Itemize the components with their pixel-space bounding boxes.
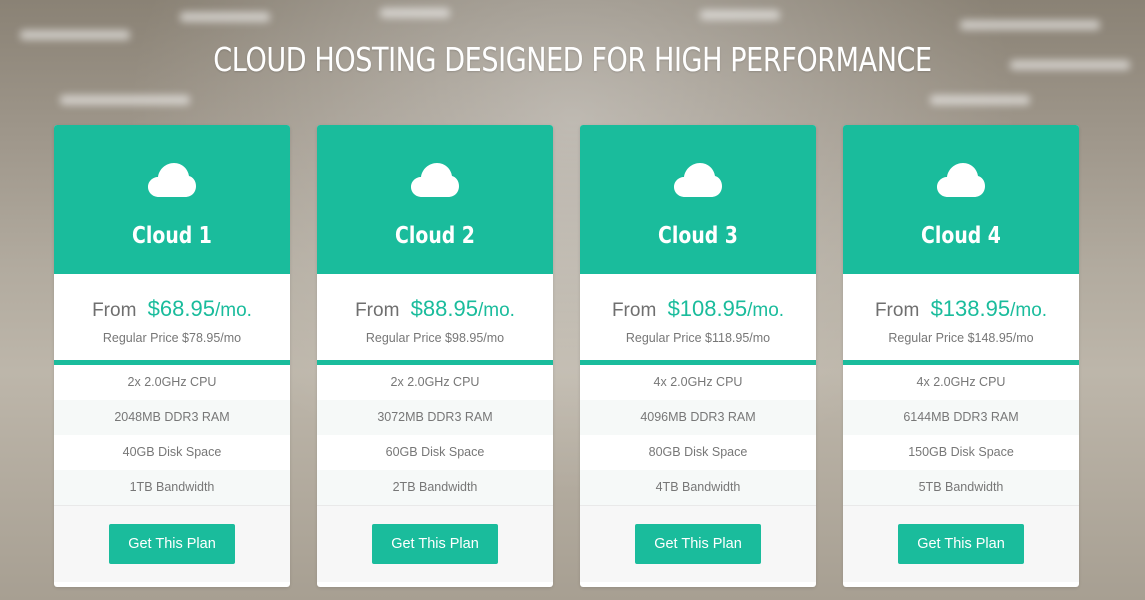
from-label: From [92, 300, 137, 321]
plan-header: Cloud 3 [580, 125, 816, 274]
plan-card-cloud-2: Cloud 2 From $88.95/mo. Regular Price $9… [317, 125, 553, 587]
plan-header: Cloud 2 [317, 125, 553, 274]
feature-item: 150GB Disk Space [908, 445, 1014, 459]
price-period: /mo. [1010, 300, 1048, 321]
price-amount: $138.95 [930, 296, 1011, 321]
feature-item: 5TB Bandwidth [843, 470, 1079, 505]
price-area: From $68.95/mo. Regular Price $78.95/mo [54, 274, 290, 365]
cloud-icon [674, 163, 722, 197]
price-area: From $88.95/mo. Regular Price $98.95/mo [317, 274, 553, 365]
plan-footer: Get This Plan [843, 505, 1079, 582]
regular-price: Regular Price $98.95/mo [365, 331, 505, 345]
cloud-icon [148, 163, 196, 197]
plan-header: Cloud 4 [843, 125, 1079, 274]
price-line: From $138.95/mo. [843, 274, 1079, 322]
get-plan-button[interactable]: Get This Plan [109, 524, 235, 564]
plan-footer: Get This Plan [54, 505, 290, 582]
regular-price: Regular Price $118.95/mo [625, 331, 771, 345]
price-area: From $108.95/mo. Regular Price $118.95/m… [580, 274, 816, 365]
plan-header: Cloud 1 [54, 125, 290, 274]
price-period: /mo. [747, 300, 785, 321]
plan-name: Cloud 2 [395, 223, 475, 249]
plan-card-cloud-4: Cloud 4 From $138.95/mo. Regular Price $… [843, 125, 1079, 587]
get-plan-button[interactable]: Get This Plan [372, 524, 498, 564]
price-line: From $88.95/mo. [317, 274, 553, 322]
feature-item: 2x 2.0GHz CPU [390, 375, 480, 389]
feature-item: 60GB Disk Space [385, 445, 485, 459]
feature-list: 4x 2.0GHz CPU 4096MB DDR3 RAM 80GB Disk … [580, 365, 816, 505]
feature-item: 80GB Disk Space [648, 445, 748, 459]
price-amount: $88.95 [410, 296, 478, 321]
feature-item: 4x 2.0GHz CPU [653, 375, 743, 389]
feature-item: 2048MB DDR3 RAM [54, 400, 290, 435]
plan-footer: Get This Plan [317, 505, 553, 582]
plan-name: Cloud 3 [658, 223, 738, 249]
price-period: /mo. [214, 300, 252, 321]
feature-list: 2x 2.0GHz CPU 2048MB DDR3 RAM 40GB Disk … [54, 365, 290, 505]
feature-item: 3072MB DDR3 RAM [317, 400, 553, 435]
regular-price: Regular Price $78.95/mo [102, 331, 242, 345]
plan-footer: Get This Plan [580, 505, 816, 582]
price-amount: $68.95 [147, 296, 215, 321]
feature-list: 2x 2.0GHz CPU 3072MB DDR3 RAM 60GB Disk … [317, 365, 553, 505]
feature-item: 4x 2.0GHz CPU [916, 375, 1006, 389]
from-label: From [874, 300, 920, 321]
plan-name: Cloud 1 [132, 223, 212, 249]
price-area: From $138.95/mo. Regular Price $148.95/m… [843, 274, 1079, 365]
feature-item: 40GB Disk Space [122, 445, 222, 459]
feature-item: 4096MB DDR3 RAM [580, 400, 816, 435]
from-label: From [611, 300, 657, 321]
price-period: /mo. [477, 300, 515, 321]
feature-item: 1TB Bandwidth [54, 470, 290, 505]
feature-item: 2TB Bandwidth [317, 470, 553, 505]
get-plan-button[interactable]: Get This Plan [635, 524, 761, 564]
cloud-icon [937, 163, 985, 197]
get-plan-button[interactable]: Get This Plan [898, 524, 1024, 564]
price-amount: $108.95 [667, 296, 748, 321]
pricing-plans: Cloud 1 From $68.95/mo. Regular Price $7… [54, 125, 1084, 587]
plan-card-cloud-1: Cloud 1 From $68.95/mo. Regular Price $7… [54, 125, 290, 587]
feature-list: 4x 2.0GHz CPU 6144MB DDR3 RAM 150GB Disk… [843, 365, 1079, 505]
regular-price: Regular Price $148.95/mo [888, 331, 1034, 345]
from-label: From [355, 300, 400, 321]
cloud-icon [411, 163, 459, 197]
plan-card-cloud-3: Cloud 3 From $108.95/mo. Regular Price $… [580, 125, 816, 587]
page-title: CLOUD HOSTING DESIGNED FOR HIGH PERFORMA… [213, 40, 932, 79]
price-line: From $68.95/mo. [54, 274, 290, 322]
feature-item: 2x 2.0GHz CPU [127, 375, 217, 389]
feature-item: 6144MB DDR3 RAM [843, 400, 1079, 435]
plan-name: Cloud 4 [921, 223, 1001, 249]
price-line: From $108.95/mo. [580, 274, 816, 322]
feature-item: 4TB Bandwidth [580, 470, 816, 505]
